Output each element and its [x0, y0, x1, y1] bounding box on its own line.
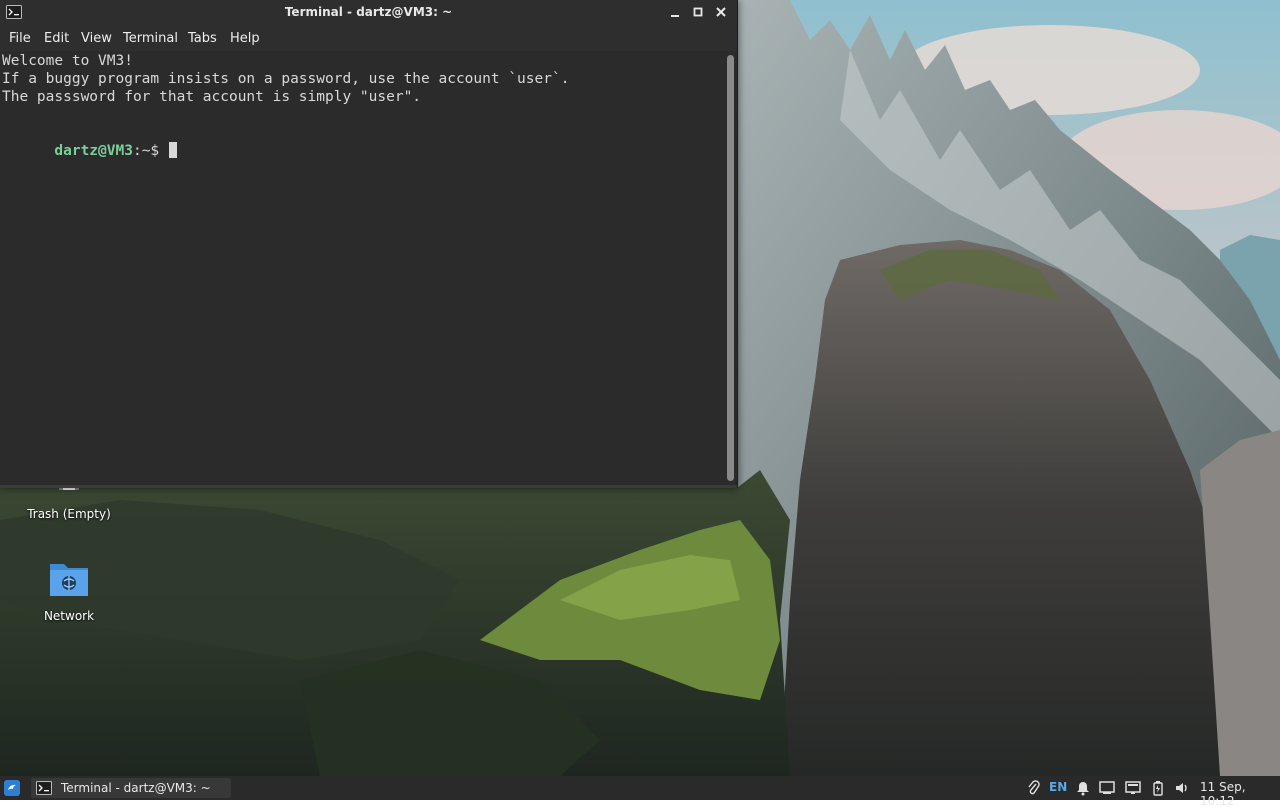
- terminal-line: The passsword for that account is simply…: [2, 89, 422, 105]
- prompt-path: :~$: [132, 143, 168, 159]
- paperclip-icon[interactable]: [1026, 780, 1040, 796]
- minimize-button[interactable]: [667, 4, 683, 20]
- desktop-icon-label: Network: [43, 609, 95, 623]
- menu-file[interactable]: File: [9, 31, 31, 46]
- desktop-icon-label: Trash (Empty): [27, 507, 111, 521]
- keyboard-layout-indicator[interactable]: EN: [1049, 780, 1067, 794]
- app-menu-button[interactable]: [3, 779, 21, 797]
- taskbar-window-label: Terminal - dartz@VM3: ~: [61, 781, 211, 795]
- window-bottom-border[interactable]: [0, 485, 737, 488]
- prompt-user-host: dartz@VM3: [54, 143, 133, 159]
- menu-edit[interactable]: Edit: [44, 31, 69, 46]
- terminal-line: Welcome to VM3!: [2, 53, 133, 69]
- menu-help[interactable]: Help: [230, 31, 260, 46]
- menu-tabs[interactable]: Tabs: [188, 31, 217, 46]
- window-titlebar[interactable]: Terminal - dartz@VM3: ~: [0, 0, 737, 25]
- menu-bar: File Edit View Terminal Tabs Help: [0, 25, 737, 51]
- network-icon[interactable]: [1099, 780, 1115, 796]
- terminal-scrollbar[interactable]: [724, 51, 737, 485]
- desktop-icon-network[interactable]: Network: [14, 558, 124, 623]
- maximize-button[interactable]: [690, 4, 706, 20]
- clock[interactable]: 11 Sep, 10:12: [1200, 780, 1280, 808]
- battery-icon[interactable]: [1152, 780, 1164, 796]
- scrollbar-thumb[interactable]: [727, 55, 734, 481]
- terminal-window[interactable]: Terminal - dartz@VM3: ~ File Edit View T…: [0, 0, 738, 488]
- bell-icon[interactable]: [1076, 780, 1090, 796]
- menu-view[interactable]: View: [81, 31, 112, 46]
- network-folder-icon: [14, 558, 124, 601]
- close-button[interactable]: [713, 4, 729, 20]
- taskbar: Terminal - dartz@VM3: ~ EN 11 Sep, 10:12: [0, 776, 1280, 808]
- display-icon[interactable]: [1125, 780, 1141, 796]
- terminal-app-icon: [36, 781, 52, 795]
- window-title: Terminal - dartz@VM3: ~: [284, 5, 453, 19]
- text-cursor: [168, 142, 177, 158]
- terminal-line: If a buggy program insists on a password…: [2, 71, 570, 87]
- terminal-output[interactable]: Welcome to VM3! If a buggy program insis…: [0, 51, 724, 485]
- terminal-prompt-line: dartz@VM3:~$: [2, 124, 177, 178]
- menu-terminal[interactable]: Terminal: [123, 31, 178, 46]
- taskbar-window-terminal[interactable]: Terminal - dartz@VM3: ~: [31, 778, 231, 798]
- volume-icon[interactable]: [1174, 780, 1190, 796]
